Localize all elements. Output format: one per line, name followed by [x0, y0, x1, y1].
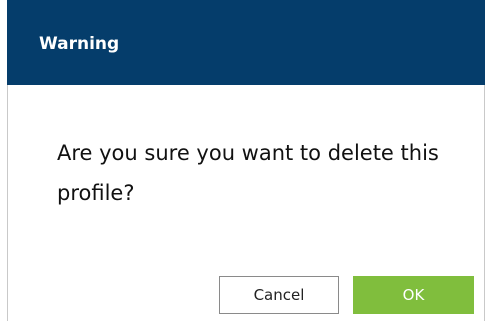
dialog-title-bar: Warning [7, 0, 485, 85]
warning-dialog: Warning Are you sure you want to delete … [0, 0, 485, 321]
ok-button[interactable]: OK [353, 276, 474, 314]
dialog-title: Warning [39, 34, 120, 54]
delete-profile-confirmation-message: Are you sure you want to delete this pro… [57, 141, 439, 205]
cancel-button[interactable]: Cancel [219, 276, 339, 314]
